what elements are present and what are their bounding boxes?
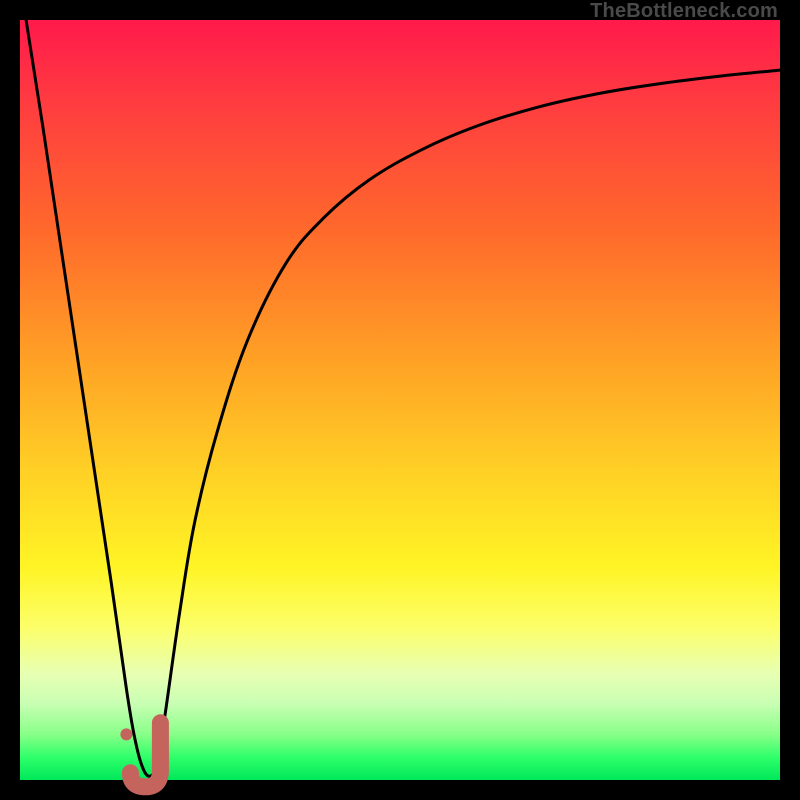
chart-svg [20,20,780,780]
marker-dot-icon [120,728,132,740]
bottleneck-curve-path [26,20,780,776]
j-marker-group [120,723,160,787]
watermark-label: TheBottleneck.com [590,0,778,23]
chart-frame: TheBottleneck.com [0,0,800,800]
